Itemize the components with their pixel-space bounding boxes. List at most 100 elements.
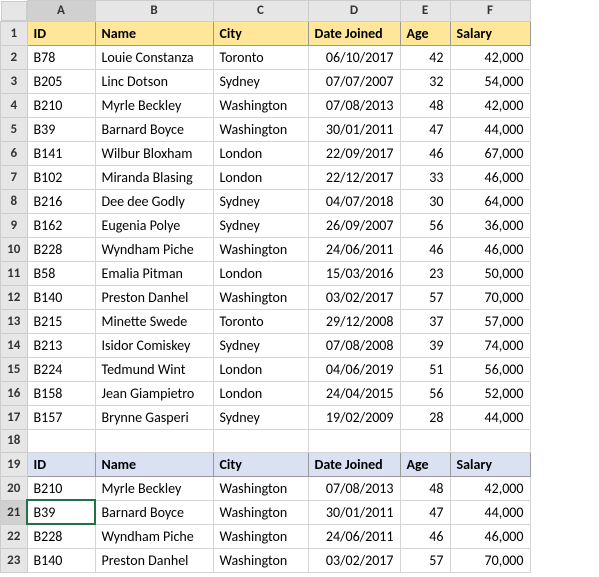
- col-header-D[interactable]: D: [308, 1, 400, 22]
- cell-city[interactable]: Washington: [213, 548, 308, 572]
- col-header-C[interactable]: C: [213, 1, 308, 22]
- cell-age[interactable]: 46: [400, 524, 450, 548]
- cell-id[interactable]: B58: [27, 261, 95, 285]
- cell-salary[interactable]: 42,000: [450, 93, 530, 117]
- cell-age[interactable]: 32: [400, 69, 450, 93]
- row-header-5[interactable]: 5: [1, 117, 28, 141]
- cell-city[interactable]: London: [213, 165, 308, 189]
- row-header-22[interactable]: 22: [1, 524, 28, 548]
- cell-date[interactable]: 07/07/2007: [308, 69, 400, 93]
- empty-cell[interactable]: [27, 429, 95, 452]
- cell-name[interactable]: Louie Constanza: [95, 45, 213, 69]
- cell-name[interactable]: Minette Swede: [95, 309, 213, 333]
- cell-salary[interactable]: 44,000: [450, 405, 530, 429]
- cell-city[interactable]: Washington: [213, 524, 308, 548]
- header-salary[interactable]: Salary: [450, 21, 530, 45]
- cell-city[interactable]: London: [213, 141, 308, 165]
- cell-salary[interactable]: 56,000: [450, 357, 530, 381]
- cell-date[interactable]: 22/12/2017: [308, 165, 400, 189]
- cell-age[interactable]: 48: [400, 476, 450, 500]
- cell-age[interactable]: 42: [400, 45, 450, 69]
- cell-city[interactable]: Sydney: [213, 213, 308, 237]
- empty-cell[interactable]: [308, 429, 400, 452]
- cell-salary[interactable]: 42,000: [450, 45, 530, 69]
- cell-id[interactable]: B157: [27, 405, 95, 429]
- row-header-3[interactable]: 3: [1, 69, 28, 93]
- header-salary[interactable]: Salary: [450, 452, 530, 476]
- empty-cell[interactable]: [450, 429, 530, 452]
- cell-city[interactable]: Sydney: [213, 189, 308, 213]
- empty-cell[interactable]: [95, 429, 213, 452]
- row-header-15[interactable]: 15: [1, 357, 28, 381]
- cell-date[interactable]: 06/10/2017: [308, 45, 400, 69]
- cell-id[interactable]: B215: [27, 309, 95, 333]
- cell-city[interactable]: Sydney: [213, 333, 308, 357]
- cell-city[interactable]: London: [213, 357, 308, 381]
- row-header-16[interactable]: 16: [1, 381, 28, 405]
- cell-id[interactable]: B140: [27, 285, 95, 309]
- cell-city[interactable]: Sydney: [213, 405, 308, 429]
- header-date[interactable]: Date Joined: [308, 452, 400, 476]
- header-city[interactable]: City: [213, 452, 308, 476]
- cell-age[interactable]: 46: [400, 141, 450, 165]
- cell-date[interactable]: 30/01/2011: [308, 500, 400, 524]
- cell-name[interactable]: Preston Danhel: [95, 285, 213, 309]
- cell-age[interactable]: 46: [400, 237, 450, 261]
- cell-name[interactable]: Tedmund Wint: [95, 357, 213, 381]
- header-name[interactable]: Name: [95, 21, 213, 45]
- cell-salary[interactable]: 54,000: [450, 69, 530, 93]
- cell-city[interactable]: Washington: [213, 476, 308, 500]
- cell-age[interactable]: 57: [400, 548, 450, 572]
- cell-id[interactable]: B224: [27, 357, 95, 381]
- cell-date[interactable]: 24/06/2011: [308, 524, 400, 548]
- cell-age[interactable]: 28: [400, 405, 450, 429]
- row-header-13[interactable]: 13: [1, 309, 28, 333]
- header-age[interactable]: Age: [400, 21, 450, 45]
- cell-date[interactable]: 07/08/2008: [308, 333, 400, 357]
- cell-name[interactable]: Wyndham Piche: [95, 237, 213, 261]
- cell-city[interactable]: Washington: [213, 285, 308, 309]
- cell-salary[interactable]: 74,000: [450, 333, 530, 357]
- cell-date[interactable]: 07/08/2013: [308, 93, 400, 117]
- cell-name[interactable]: Myrle Beckley: [95, 476, 213, 500]
- empty-cell[interactable]: [400, 429, 450, 452]
- row-header-12[interactable]: 12: [1, 285, 28, 309]
- header-id[interactable]: ID: [27, 452, 95, 476]
- cell-age[interactable]: 51: [400, 357, 450, 381]
- cell-name[interactable]: Eugenia Polye: [95, 213, 213, 237]
- row-header-17[interactable]: 17: [1, 405, 28, 429]
- cell-name[interactable]: Myrle Beckley: [95, 93, 213, 117]
- row-header-11[interactable]: 11: [1, 261, 28, 285]
- cell-age[interactable]: 23: [400, 261, 450, 285]
- row-header-9[interactable]: 9: [1, 213, 28, 237]
- cell-city[interactable]: Sydney: [213, 69, 308, 93]
- cell-date[interactable]: 19/02/2009: [308, 405, 400, 429]
- row-header-20[interactable]: 20: [1, 476, 28, 500]
- col-header-F[interactable]: F: [450, 1, 530, 22]
- cell-name[interactable]: Wilbur Bloxham: [95, 141, 213, 165]
- cell-id[interactable]: B162: [27, 213, 95, 237]
- col-header-E[interactable]: E: [400, 1, 450, 22]
- cell-city[interactable]: London: [213, 381, 308, 405]
- cell-city[interactable]: Toronto: [213, 45, 308, 69]
- cell-id[interactable]: B213: [27, 333, 95, 357]
- cell-date[interactable]: 03/02/2017: [308, 285, 400, 309]
- empty-cell[interactable]: [213, 429, 308, 452]
- cell-date[interactable]: 04/07/2018: [308, 189, 400, 213]
- cell-salary[interactable]: 52,000: [450, 381, 530, 405]
- row-header-19[interactable]: 19: [1, 452, 28, 476]
- cell-age[interactable]: 47: [400, 500, 450, 524]
- cell-salary[interactable]: 67,000: [450, 141, 530, 165]
- row-header-1[interactable]: 1: [1, 21, 28, 45]
- cell-date[interactable]: 26/09/2007: [308, 213, 400, 237]
- cell-salary[interactable]: 57,000: [450, 309, 530, 333]
- cell-date[interactable]: 03/02/2017: [308, 548, 400, 572]
- cell-id[interactable]: B216: [27, 189, 95, 213]
- cell-age[interactable]: 47: [400, 117, 450, 141]
- row-header-10[interactable]: 10: [1, 237, 28, 261]
- cell-id[interactable]: B39: [27, 117, 95, 141]
- cell-name[interactable]: Linc Dotson: [95, 69, 213, 93]
- row-header-21[interactable]: 21: [1, 500, 28, 524]
- cell-age[interactable]: 33: [400, 165, 450, 189]
- header-date[interactable]: Date Joined: [308, 21, 400, 45]
